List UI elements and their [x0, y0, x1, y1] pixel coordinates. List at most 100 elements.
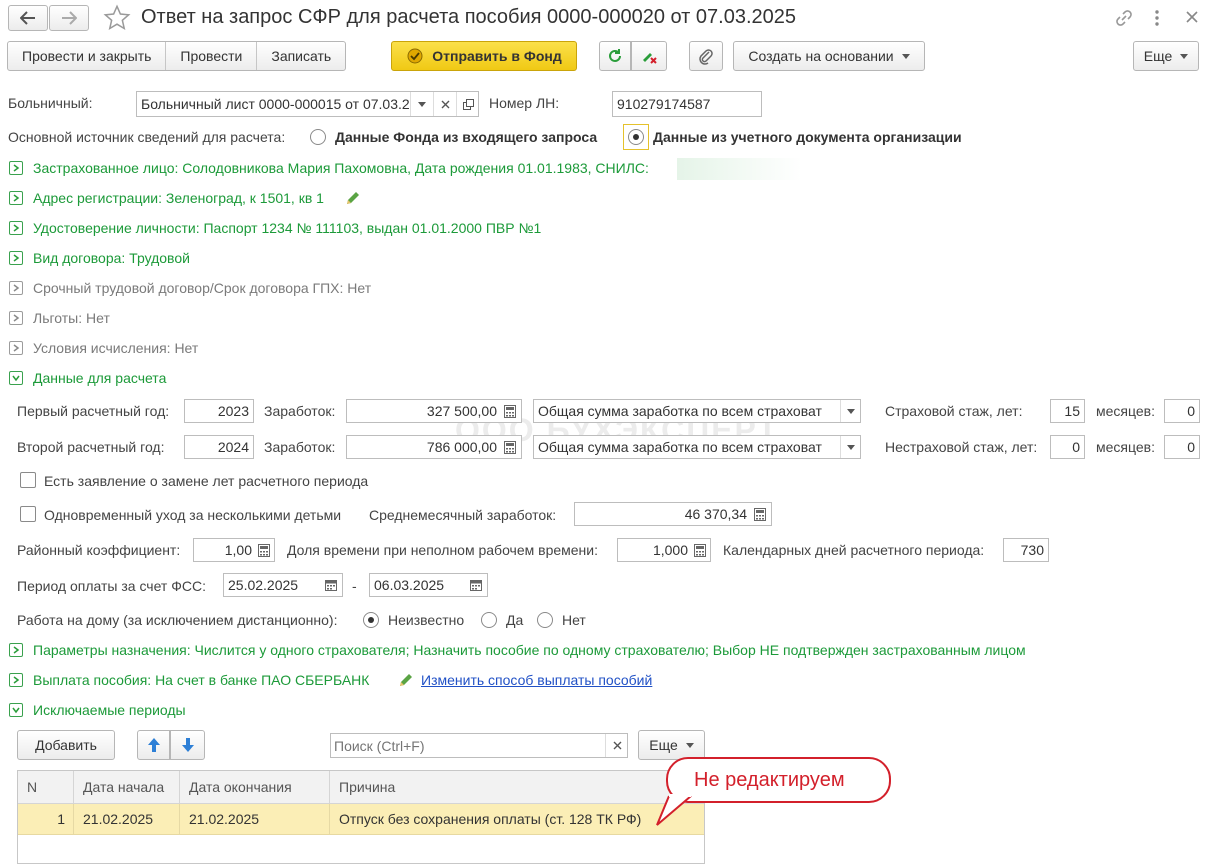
column-header-n[interactable]: N	[18, 771, 74, 803]
params-section[interactable]: Параметры назначения: Числится у одного …	[33, 642, 1026, 658]
home-yes-label[interactable]: Да	[506, 612, 523, 628]
part-time-field[interactable]: 1,000	[617, 538, 711, 562]
edit-pencil-icon[interactable]	[345, 190, 361, 206]
earnings1-calc[interactable]	[501, 400, 519, 422]
period-to-field[interactable]: 06.03.2025	[369, 573, 488, 597]
earnings1-field[interactable]: 327 500,00	[346, 399, 522, 423]
part-time-calc[interactable]	[691, 539, 709, 561]
column-header-end[interactable]: Дата окончания	[180, 771, 330, 803]
excluded-section[interactable]: Исключаемые периоды	[33, 702, 186, 718]
replace-years-label[interactable]: Есть заявление о замене лет расчетного п…	[44, 473, 368, 489]
post-button[interactable]: Провести	[166, 42, 258, 70]
send-to-fund-button[interactable]: Отправить в Фонд	[391, 41, 577, 71]
earnings2-field[interactable]: 786 000,00	[346, 435, 522, 459]
table-search-field[interactable]	[330, 733, 628, 758]
first-year-field[interactable]: 2023	[184, 399, 254, 423]
identity-section[interactable]: Удостоверение личности: Паспорт 1234 № 1…	[33, 220, 541, 236]
source-fund-radio[interactable]	[310, 129, 326, 145]
insured-expander[interactable]	[9, 161, 23, 175]
insured-section[interactable]: Застрахованное лицо: Солодовникова Мария…	[33, 160, 649, 176]
multiple-children-checkbox[interactable]	[20, 506, 36, 522]
sick-leave-number-field[interactable]: 910279174587	[612, 91, 762, 117]
home-yes-radio[interactable]	[481, 612, 497, 628]
home-no-label[interactable]: Нет	[562, 612, 586, 628]
cancel-posting-button[interactable]	[631, 41, 667, 71]
replace-years-checkbox[interactable]	[20, 472, 36, 488]
sick-leave-field[interactable]: Больничный лист 0000-000015 от 07.03.202…	[136, 91, 479, 117]
save-button[interactable]: Записать	[257, 42, 345, 70]
create-based-on-button[interactable]: Создать на основании	[733, 41, 925, 71]
identity-expander[interactable]	[9, 221, 23, 235]
edit-pencil-icon[interactable]	[398, 672, 414, 688]
refresh-button[interactable]	[599, 41, 631, 71]
link-icon[interactable]	[1114, 8, 1134, 28]
sick-leave-dropdown[interactable]	[410, 92, 433, 116]
back-button[interactable]	[8, 5, 48, 31]
excluded-expander[interactable]	[9, 703, 23, 717]
add-period-button[interactable]: Добавить	[17, 730, 115, 760]
sick-leave-open[interactable]	[456, 92, 478, 116]
home-unknown-radio[interactable]	[363, 612, 379, 628]
search-clear[interactable]	[605, 734, 627, 757]
address-section[interactable]: Адрес регистрации: Зеленоград, к 1501, к…	[33, 190, 324, 206]
column-header-reason[interactable]: Причина	[330, 771, 704, 803]
non-insurance-exp-years-field[interactable]: 0	[1050, 435, 1085, 459]
close-icon[interactable]	[1185, 10, 1199, 24]
more-button[interactable]: Еще	[1133, 41, 1199, 71]
period-to-calendar[interactable]	[467, 574, 485, 596]
favorite-star-icon[interactable]	[103, 4, 131, 32]
earnings1-type-field[interactable]: Общая сумма заработка по всем страховат	[533, 399, 861, 423]
calc-data-expander[interactable]	[9, 371, 23, 385]
regional-coef-calc[interactable]	[255, 539, 273, 561]
post-and-close-button[interactable]: Провести и закрыть	[8, 42, 167, 70]
avg-earnings-calc[interactable]	[751, 503, 769, 525]
column-header-start[interactable]: Дата начала	[74, 771, 180, 803]
payment-section[interactable]: Выплата пособия: На счет в банке ПАО СБЕ…	[33, 672, 369, 688]
calendar-days-field[interactable]: 730	[1003, 538, 1049, 562]
chevron-right-icon	[13, 676, 20, 684]
sick-leave-clear[interactable]	[433, 92, 456, 116]
address-expander[interactable]	[9, 191, 23, 205]
insurance-exp-months-field[interactable]: 0	[1164, 399, 1200, 423]
non-insurance-exp-months-field[interactable]: 0	[1164, 435, 1200, 459]
move-down-button[interactable]	[170, 730, 205, 760]
avg-earnings-field[interactable]: 46 370,34	[574, 502, 772, 526]
conditions-section[interactable]: Условия исчисления: Нет	[33, 340, 198, 356]
earnings2-calc[interactable]	[501, 436, 519, 458]
contract-expander[interactable]	[9, 251, 23, 265]
part-time-label: Доля времени при неполном рабочем времен…	[287, 542, 599, 558]
insurance-exp-years-field[interactable]: 15	[1050, 399, 1085, 423]
earnings2-type-field[interactable]: Общая сумма заработка по всем страховат	[533, 435, 861, 459]
more-vertical-icon[interactable]	[1152, 8, 1162, 28]
table-more-button[interactable]: Еще	[638, 730, 705, 760]
table-row[interactable]: 1 21.02.2025 21.02.2025 Отпуск без сохра…	[18, 804, 704, 835]
fixed-term-expander[interactable]	[9, 281, 23, 295]
multiple-children-label[interactable]: Одновременный уход за несколькими детьми	[44, 507, 341, 523]
contract-section[interactable]: Вид договора: Трудовой	[33, 250, 190, 266]
excluded-periods-table[interactable]: N Дата начала Дата окончания Причина 1 2…	[17, 770, 705, 864]
home-no-radio[interactable]	[537, 612, 553, 628]
second-year-field[interactable]: 2024	[184, 435, 254, 459]
period-from-field[interactable]: 25.02.2025	[223, 573, 343, 597]
source-org-radio[interactable]	[628, 129, 644, 145]
payment-expander[interactable]	[9, 673, 23, 687]
change-payment-method-link[interactable]: Изменить способ выплаты пособий	[421, 672, 652, 688]
calc-data-section[interactable]: Данные для расчета	[33, 370, 166, 386]
source-fund-label[interactable]: Данные Фонда из входящего запроса	[335, 129, 597, 145]
attachment-button[interactable]	[689, 41, 723, 71]
earnings1-type-dropdown[interactable]	[840, 400, 860, 422]
home-unknown-label[interactable]: Неизвестно	[388, 612, 464, 628]
forward-button[interactable]	[49, 5, 89, 31]
regional-coef-field[interactable]: 1,00	[193, 538, 275, 562]
benefits-expander[interactable]	[9, 311, 23, 325]
table-search-input[interactable]	[331, 734, 604, 757]
conditions-expander[interactable]	[9, 341, 23, 355]
benefits-section[interactable]: Льготы: Нет	[33, 310, 110, 326]
move-up-button[interactable]	[137, 730, 170, 760]
params-expander[interactable]	[9, 643, 23, 657]
source-org-label[interactable]: Данные из учетного документа организации	[653, 129, 962, 145]
annotation-callout: Не редактируем	[666, 757, 891, 803]
period-from-calendar[interactable]	[322, 574, 340, 596]
fixed-term-section[interactable]: Срочный трудовой договор/Срок договора Г…	[33, 280, 371, 296]
earnings2-type-dropdown[interactable]	[840, 436, 860, 458]
